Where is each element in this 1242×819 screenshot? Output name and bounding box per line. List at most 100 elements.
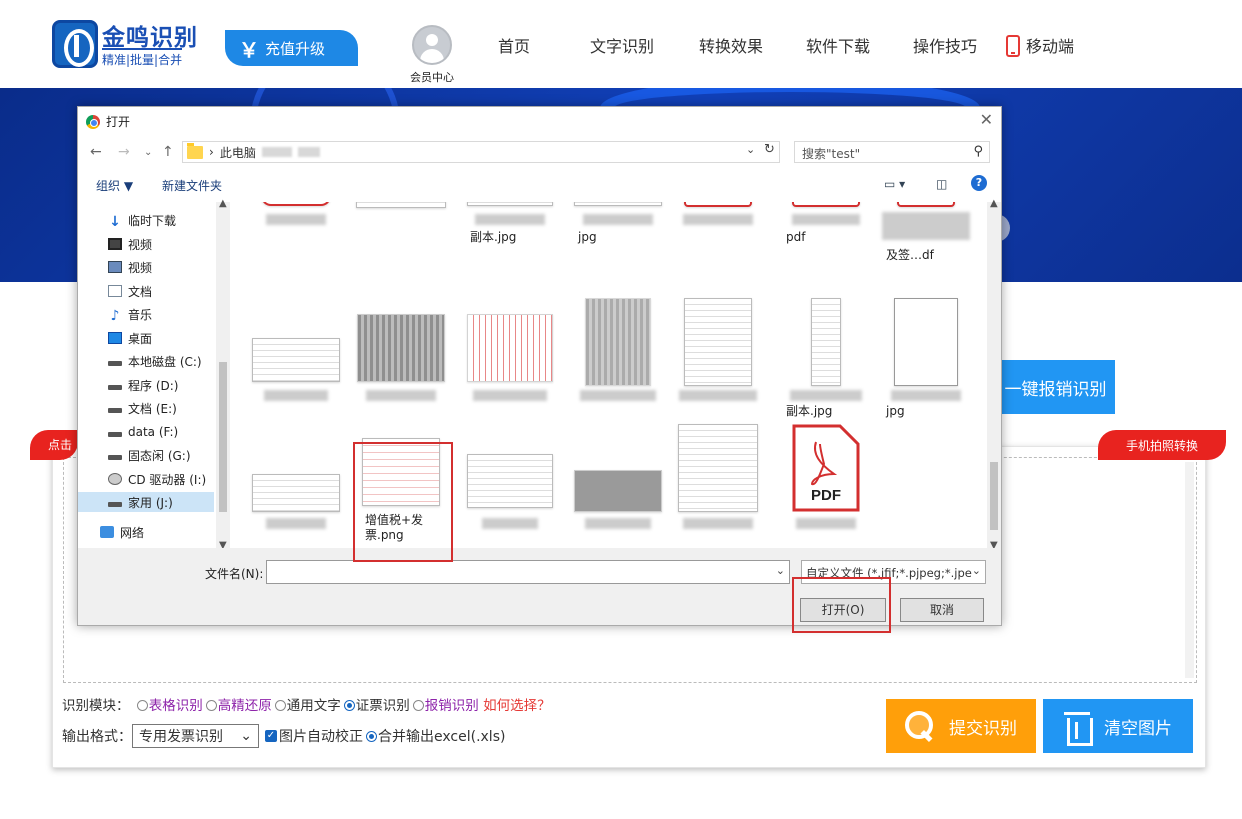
file-item[interactable] [460, 314, 560, 430]
organize-menu[interactable]: 组织 ▼ [96, 177, 133, 194]
drive-icon [108, 502, 122, 507]
pdf-icon [792, 202, 860, 207]
site-logo[interactable]: 金鸣识别 精准|批量|合并 [52, 20, 202, 70]
file-item[interactable] [351, 314, 451, 430]
phone-photo-convert-tag[interactable]: 手机拍照转换 [1098, 430, 1226, 460]
address-dropdown-icon[interactable]: ⌄ [746, 143, 755, 156]
scrollbar-thumb[interactable] [219, 362, 227, 512]
module-radio[interactable] [274, 700, 286, 711]
close-icon[interactable]: ✕ [980, 110, 993, 129]
nav-conversion-results[interactable]: 转换效果 [699, 33, 763, 57]
nav-item-label: 音乐 [128, 307, 153, 322]
file-item[interactable]: jpg [568, 202, 668, 300]
file-thumbnail [467, 454, 553, 508]
up-arrow-icon[interactable]: ↑ [162, 144, 174, 160]
module-option-label[interactable]: 通用文字 [287, 698, 341, 714]
nav-item-label: 视频 [128, 237, 153, 252]
output-format-value: 专用发票识别 [139, 729, 223, 745]
merge-output-radio[interactable] [366, 730, 377, 742]
file-item[interactable] [246, 202, 346, 300]
nav-text-recognition[interactable]: 文字识别 [590, 33, 654, 57]
scrollbar-thumb[interactable] [990, 462, 998, 530]
module-option-label[interactable]: 报销识别 [425, 698, 479, 714]
path-segment-blurred [261, 147, 292, 157]
how-to-choose-link[interactable]: 如何选择？ [483, 698, 551, 714]
pdf-file-item[interactable]: PDF [776, 424, 876, 540]
video-icon [108, 261, 122, 273]
chevron-down-icon: ⌄ [240, 728, 252, 744]
file-item[interactable]: jpg [876, 298, 976, 430]
file-item[interactable] [568, 298, 668, 430]
one-click-reimbursement-button[interactable]: 一键报销识别 [996, 360, 1115, 414]
path-root[interactable]: 此电脑 [220, 144, 256, 161]
recent-dropdown-icon[interactable]: ⌄ [144, 147, 152, 158]
selected-file-highlight [353, 442, 453, 562]
address-row: ← → ⌄ ↑ › 此电脑 ⌄ ↻ 搜索"test" ⚲ [78, 139, 1001, 167]
view-options-icon[interactable]: ▭ ▾ [884, 177, 905, 191]
file-name: jpg [886, 404, 905, 418]
module-option-label[interactable]: 证票识别 [356, 698, 410, 714]
recharge-upgrade-button[interactable]: ￥ 充值升级 [225, 30, 358, 66]
navigation-pane-scrollbar[interactable]: ▲ ▼ [216, 198, 230, 551]
file-item[interactable] [668, 298, 768, 430]
clear-label: 清空图片 [1104, 718, 1172, 739]
file-thumbnail [357, 314, 445, 382]
module-radio[interactable] [412, 700, 424, 711]
module-radio[interactable] [136, 700, 148, 711]
scroll-up-icon[interactable]: ▲ [219, 198, 227, 209]
click-upload-tag[interactable]: 点击 [30, 430, 78, 460]
file-item[interactable] [668, 202, 768, 300]
output-label: 输出格式： [62, 729, 132, 745]
auto-correct-checkbox[interactable]: ✓ [265, 730, 277, 742]
file-item[interactable] [568, 424, 668, 540]
cancel-button[interactable]: 取消 [900, 598, 984, 622]
navigation-pane: ↓ 临时下载 视频 视频 文档 ♪ 音乐 桌面 本地磁盘 (C:) 程序 (D:) 文档 (E:) d… [78, 202, 230, 548]
nav-mobile[interactable]: 移动端 [1006, 33, 1074, 57]
file-item[interactable] [460, 424, 560, 540]
file-thumbnail [252, 474, 340, 512]
module-radio[interactable] [343, 700, 355, 711]
module-option-label[interactable]: 表格识别 [149, 698, 203, 714]
file-item[interactable] [351, 202, 451, 300]
logo-emblem-icon [52, 20, 98, 68]
forward-arrow-icon[interactable]: → [118, 144, 130, 160]
new-folder-button[interactable]: 新建文件夹 [162, 177, 222, 194]
refresh-icon[interactable]: ↻ [764, 142, 775, 157]
module-radio[interactable] [205, 700, 217, 711]
back-arrow-icon[interactable]: ← [90, 144, 102, 160]
address-bar[interactable]: › 此电脑 [182, 141, 780, 163]
output-format-select[interactable]: 专用发票识别 ⌄ [132, 724, 259, 748]
film-icon [108, 238, 122, 250]
nav-home[interactable]: 首页 [498, 33, 530, 57]
preview-pane-icon[interactable]: ◫ [936, 177, 947, 191]
avatar-icon [412, 25, 452, 65]
file-item[interactable] [246, 314, 346, 430]
file-item[interactable]: pdf [776, 202, 876, 300]
file-item[interactable] [246, 424, 346, 540]
file-thumbnail [574, 470, 662, 512]
filename-blurred [679, 390, 757, 401]
nav-item[interactable]: 家用 (J:) [78, 492, 214, 512]
clear-images-button[interactable]: 清空图片 [1043, 699, 1193, 753]
pdf-icon [684, 202, 752, 207]
nav-software-download[interactable]: 软件下载 [806, 33, 870, 57]
chrome-icon [86, 114, 100, 129]
file-item[interactable]: 副本.jpg [776, 298, 876, 430]
open-button-highlight [792, 577, 891, 633]
filename-input[interactable]: ⌄ [266, 560, 790, 584]
file-item[interactable] [668, 424, 768, 540]
submit-recognition-button[interactable]: 提交识别 [886, 699, 1036, 753]
auto-correct-label: 图片自动校正 [279, 729, 363, 745]
chevron-down-icon[interactable]: ⌄ [776, 564, 785, 577]
help-icon[interactable]: ? [971, 175, 987, 191]
drop-zone-scrollbar[interactable] [1185, 462, 1194, 678]
nav-tips[interactable]: 操作技巧 [913, 33, 977, 57]
file-pane-scrollbar[interactable]: ▲ ▼ [987, 198, 1001, 551]
module-option-label[interactable]: 高精还原 [218, 698, 272, 714]
nav-mobile-label: 移动端 [1026, 37, 1075, 56]
search-input[interactable]: 搜索"test" ⚲ [794, 141, 990, 163]
member-center-link[interactable]: 会员中心 [405, 25, 459, 85]
file-item[interactable]: 副本.jpg [460, 202, 560, 300]
file-item[interactable]: 及签…df [876, 202, 976, 300]
scroll-up-icon[interactable]: ▲ [990, 198, 998, 209]
